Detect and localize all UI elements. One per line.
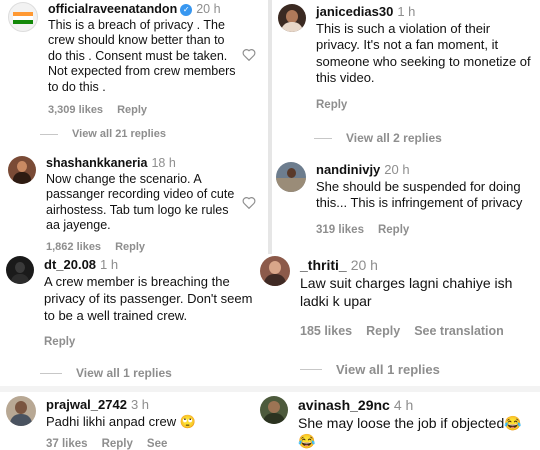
comment-time: 20 h	[384, 162, 410, 177]
eye-roll-emoji: 🙄	[179, 414, 196, 429]
comment-item: avinash_29nc 4 h She may loose the job if…	[260, 396, 540, 450]
comment-text: She may loose the job if objected	[298, 415, 505, 431]
comment-item: _thriti_ 20 h Law suit charges lagni chah…	[260, 256, 538, 340]
view-replies-button[interactable]: View all 2 replies	[314, 131, 442, 145]
comment-panel-mid-right: _thriti_ 20 h Law suit charges lagni chah…	[258, 254, 540, 386]
laughing-emoji: 😂	[504, 415, 522, 431]
comment-panel-mid-left: dt_20.08 1 h A crew member is breaching t…	[0, 254, 258, 386]
comment-username[interactable]: avinash_29nc	[298, 397, 390, 413]
comment-username[interactable]: prajwal_2742	[46, 397, 127, 412]
avatar[interactable]	[276, 162, 306, 192]
see-translation-button[interactable]: See translation	[414, 324, 504, 338]
avatar[interactable]	[260, 396, 288, 424]
comment-text: This is a breach of privacy . The crew s…	[48, 17, 236, 94]
reply-button[interactable]: Reply	[378, 224, 409, 236]
view-replies-button[interactable]: View all 21 replies	[40, 128, 166, 140]
comment-item: nandinivjy 20 h She should be suspended f…	[276, 162, 534, 238]
avatar[interactable]	[8, 2, 38, 32]
comment-time: 1 h	[397, 4, 416, 19]
reply-button[interactable]: Reply	[366, 324, 400, 338]
laughing-emoji: 😂	[298, 433, 316, 449]
view-replies-label: View all 1 replies	[336, 362, 440, 377]
view-replies-button[interactable]: View all 1 replies	[300, 362, 440, 377]
verified-badge-icon: ✓	[180, 4, 193, 16]
comment-time: 20 h	[196, 2, 221, 16]
likes-count[interactable]: 319 likes	[316, 224, 364, 236]
avatar[interactable]	[8, 156, 36, 184]
likes-count[interactable]: 3,309 likes	[48, 104, 103, 116]
view-replies-label: View all 21 replies	[72, 128, 166, 140]
comment-text: She should be suspended for doing this..…	[316, 178, 523, 211]
comment-username[interactable]: shashankkaneria	[46, 156, 147, 170]
view-replies-label: View all 1 replies	[76, 366, 172, 380]
reply-button[interactable]: Reply	[44, 336, 75, 348]
likes-count[interactable]: 1,862 likes	[46, 241, 101, 253]
comment-time: 20 h	[350, 257, 378, 273]
reply-button[interactable]: Reply	[102, 438, 133, 450]
likes-count[interactable]: 37 likes	[46, 438, 88, 450]
comment-panel-bottom-right: avinash_29nc 4 h She may loose the job if…	[258, 392, 540, 450]
comment-panel-top-left: officialraveenatandon ✓ 20 h This is a bre…	[0, 0, 268, 254]
comment-username[interactable]: officialraveenatandon	[48, 2, 177, 16]
comment-item: officialraveenatandon ✓ 20 h This is a bre…	[8, 2, 238, 119]
comment-item: shashankkaneria 18 h Now change the scena…	[8, 156, 238, 254]
reply-button[interactable]: Reply	[316, 99, 347, 111]
avatar[interactable]	[6, 396, 36, 426]
heart-outline-icon[interactable]	[242, 196, 256, 209]
comment-time: 3 h	[130, 397, 150, 412]
comment-item: prajwal_2742 3 h Padhi likhi anpad crew 🙄…	[6, 396, 256, 450]
comment-username[interactable]: nandinivjy	[316, 162, 380, 177]
comment-text: Padhi likhi anpad crew	[46, 414, 177, 429]
comment-time: 1 h	[100, 257, 119, 272]
comment-item: janicedias30 1 h This is such a violation…	[278, 4, 536, 113]
likes-count[interactable]: 185 likes	[300, 324, 352, 338]
comment-username[interactable]: janicedias30	[316, 4, 393, 19]
view-replies-button[interactable]: View all 1 replies	[40, 366, 172, 380]
heart-outline-icon[interactable]	[242, 48, 256, 61]
avatar[interactable]	[260, 256, 290, 286]
comment-text: Law suit charges lagni chahiye ish ladki…	[300, 275, 513, 309]
reply-button[interactable]: Reply	[117, 104, 147, 116]
view-replies-label: View all 2 replies	[346, 131, 442, 145]
reply-button[interactable]: Reply	[115, 241, 145, 253]
comment-text: A crew member is breaching the privacy o…	[44, 274, 253, 323]
comment-username[interactable]: _thriti_	[300, 257, 347, 273]
avatar[interactable]	[278, 4, 306, 32]
pane-divider	[268, 0, 272, 254]
comment-item: dt_20.08 1 h A crew member is breaching t…	[6, 256, 256, 351]
comment-panel-top-right: janicedias30 1 h This is such a violation…	[272, 0, 540, 254]
comment-time: 4 h	[393, 397, 414, 413]
pane-divider	[0, 386, 540, 392]
comment-username[interactable]: dt_20.08	[44, 257, 96, 272]
comment-panel-bottom-left: prajwal_2742 3 h Padhi likhi anpad crew 🙄…	[0, 392, 258, 450]
comment-text: Now change the scenario. A passanger rec…	[46, 171, 235, 233]
comment-time: 18 h	[151, 156, 176, 170]
avatar[interactable]	[6, 256, 34, 284]
comment-text: This is such a violation of their privac…	[316, 20, 531, 86]
